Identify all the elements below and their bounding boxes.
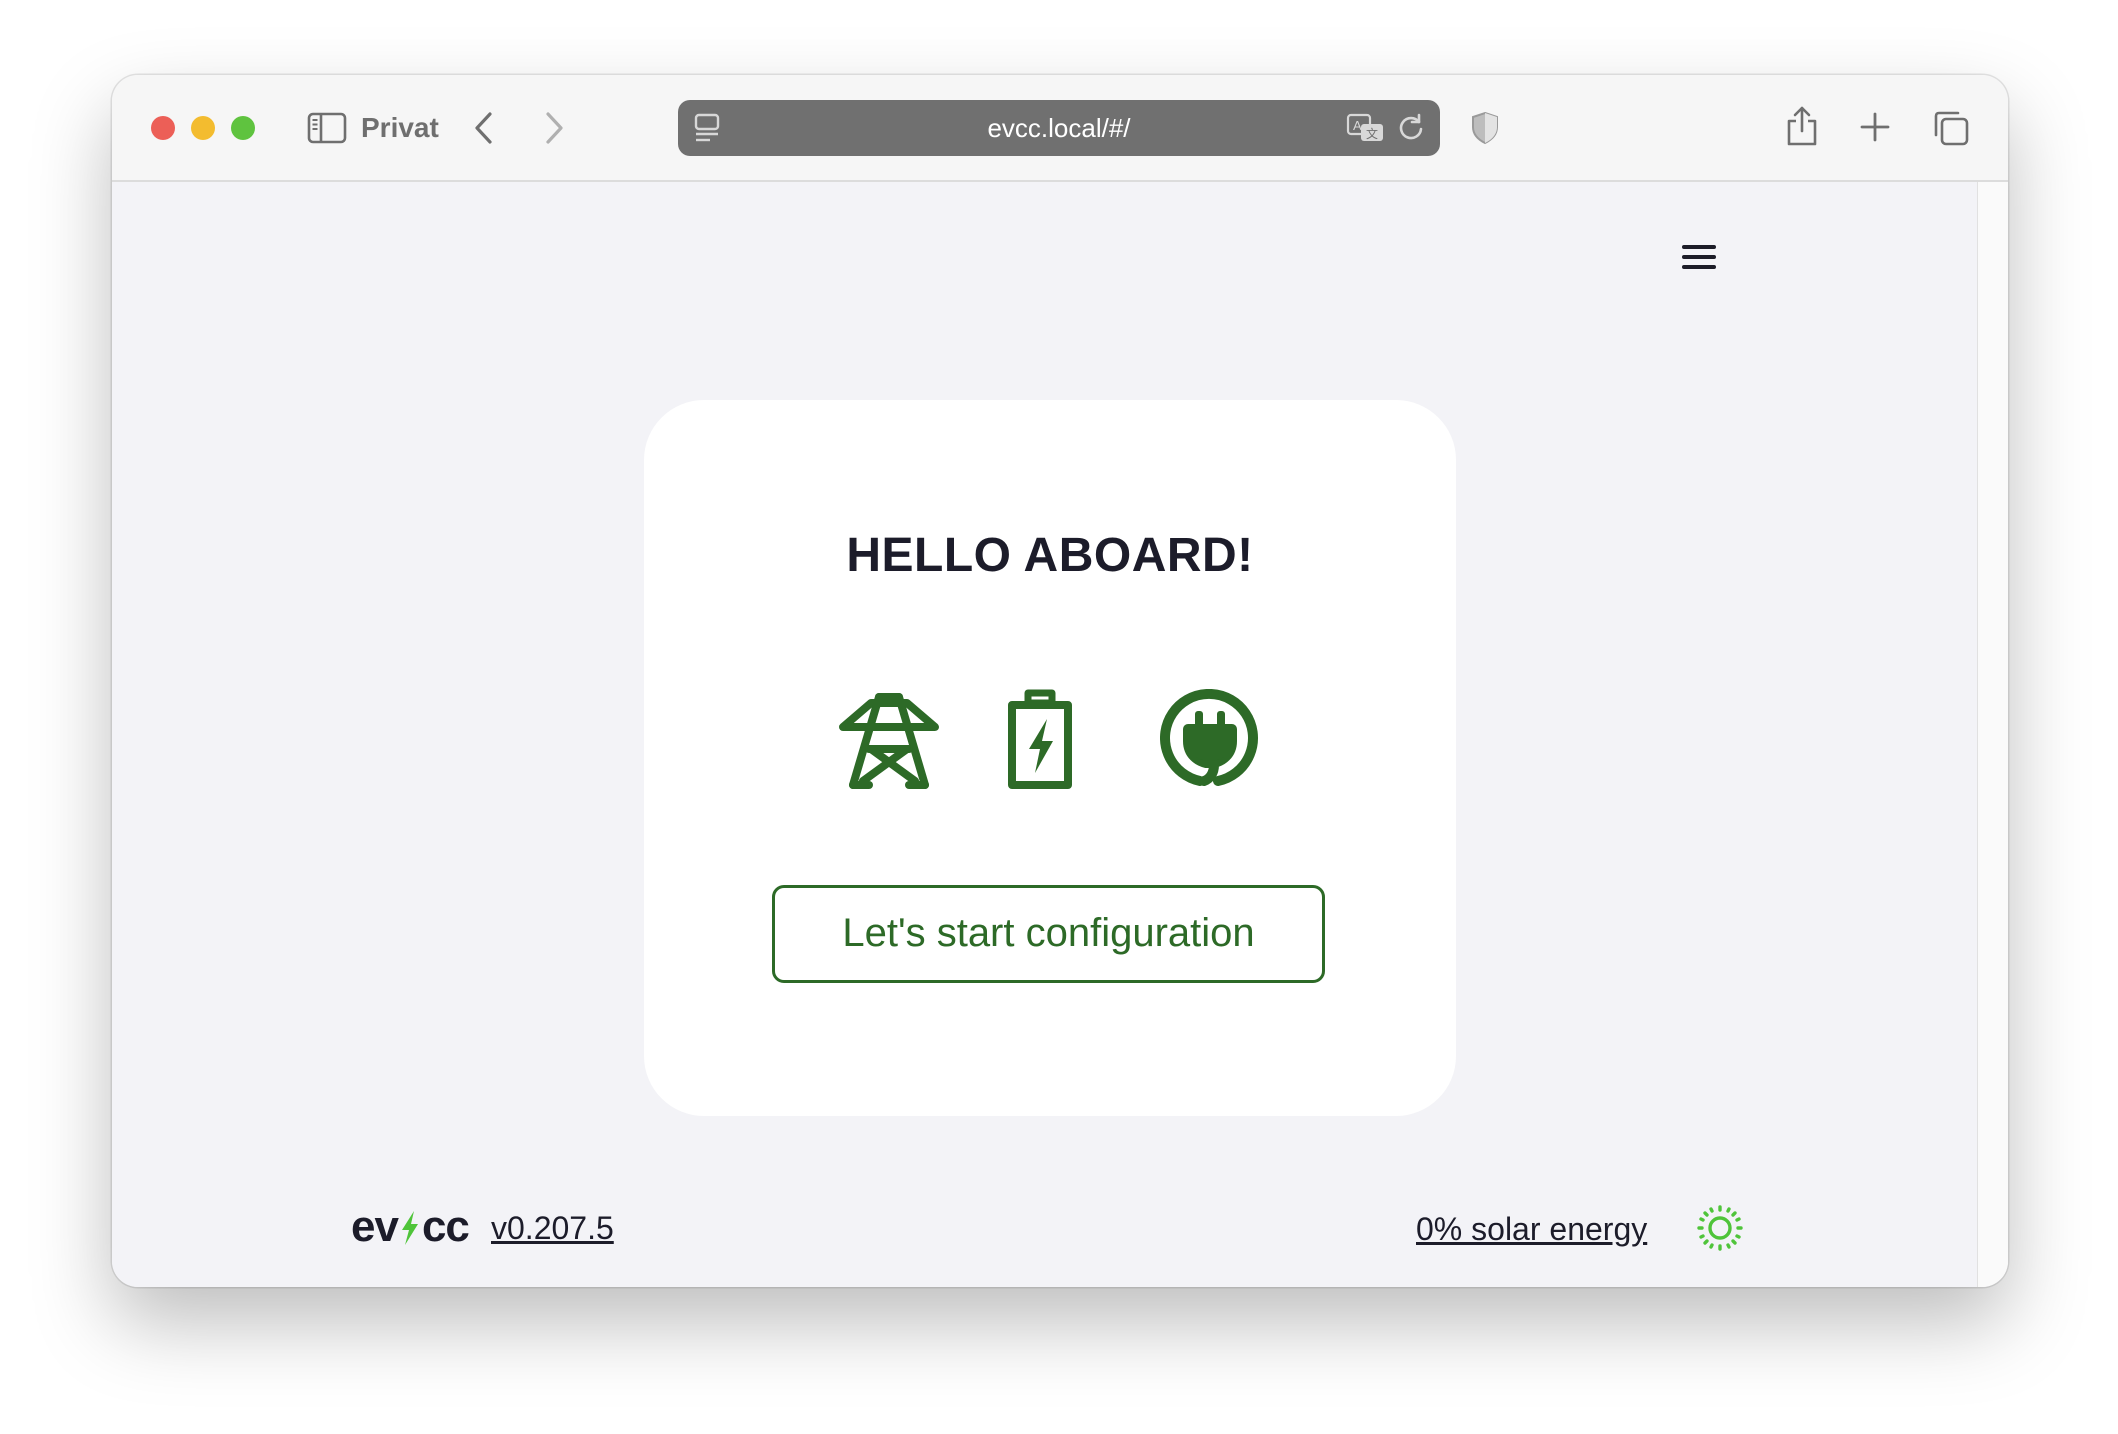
scrollbar[interactable] [1977,182,2008,1287]
version-link[interactable]: v0.207.5 [491,1208,614,1248]
tab-overview-icon[interactable] [1932,109,1970,147]
welcome-title: HELLO ABOARD! [846,529,1254,582]
browser-toolbar: Privat evcc.local/#/ A 文 [112,75,2008,182]
svg-text:文: 文 [1366,126,1378,141]
lightning-bolt-icon [401,1211,418,1245]
forward-chevron-icon[interactable] [540,109,568,147]
minimize-window-button[interactable] [191,116,215,140]
logo-text-ev: ev [351,1202,399,1251]
logo-text-cc: cc [421,1202,470,1251]
close-window-button[interactable] [151,116,175,140]
evcc-logo[interactable]: ev cc [351,1202,470,1252]
welcome-card: HELLO ABOARD! Let's start configuration [644,400,1456,1116]
url-text[interactable]: evcc.local/#/ [678,100,1440,156]
translate-icon[interactable]: A 文 [1346,113,1386,145]
ev-plug-icon [1160,689,1258,786]
browser-window: Privat evcc.local/#/ A 文 HELLO ABOARD! L… [112,75,2008,1287]
zoom-window-button[interactable] [231,116,255,140]
privacy-shield-icon[interactable] [1470,111,1500,145]
address-bar[interactable]: evcc.local/#/ A 文 [678,100,1440,156]
new-tab-plus-icon[interactable] [1859,111,1891,143]
private-profile-label[interactable]: Privat [361,110,439,146]
solar-energy-link[interactable]: 0% solar energy [1416,1209,1647,1249]
back-chevron-icon[interactable] [470,109,498,147]
power-grid-tower-icon [839,693,939,789]
battery-charge-icon [1008,689,1072,789]
svg-text:A: A [1353,118,1362,133]
sidebar-toggle-icon[interactable] [307,112,347,144]
sun-icon [1697,1205,1743,1251]
start-configuration-button[interactable]: Let's start configuration [772,885,1325,983]
hamburger-menu-icon[interactable] [1682,242,1718,272]
share-icon[interactable] [1785,105,1819,147]
page-viewport: HELLO ABOARD! Let's start configuration … [112,182,2008,1287]
reload-icon[interactable] [1397,113,1425,143]
